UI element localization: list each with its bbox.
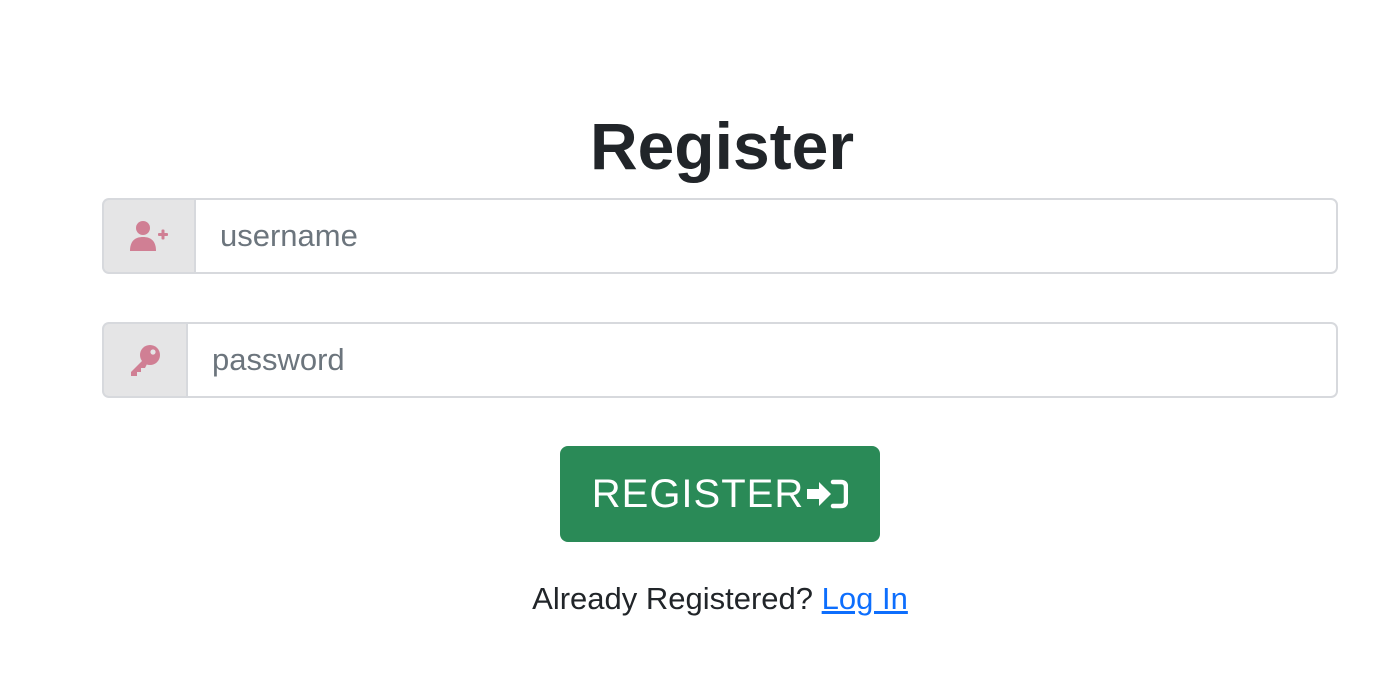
sign-in-icon	[806, 479, 849, 509]
login-link[interactable]: Log In	[822, 581, 908, 616]
register-button-label: REGISTER	[591, 471, 805, 516]
login-prompt: Already Registered? Log In	[0, 578, 1400, 620]
user-plus-icon	[102, 198, 194, 274]
password-input[interactable]	[186, 322, 1338, 398]
username-input[interactable]	[194, 198, 1338, 274]
username-input-group	[102, 198, 1338, 274]
password-input-group	[102, 322, 1338, 398]
already-registered-text: Already Registered?	[532, 581, 814, 616]
key-icon	[102, 322, 186, 398]
page-title: Register	[589, 109, 855, 183]
register-page: Register REGISTER	[0, 0, 1400, 686]
register-button[interactable]: REGISTER	[560, 446, 880, 542]
